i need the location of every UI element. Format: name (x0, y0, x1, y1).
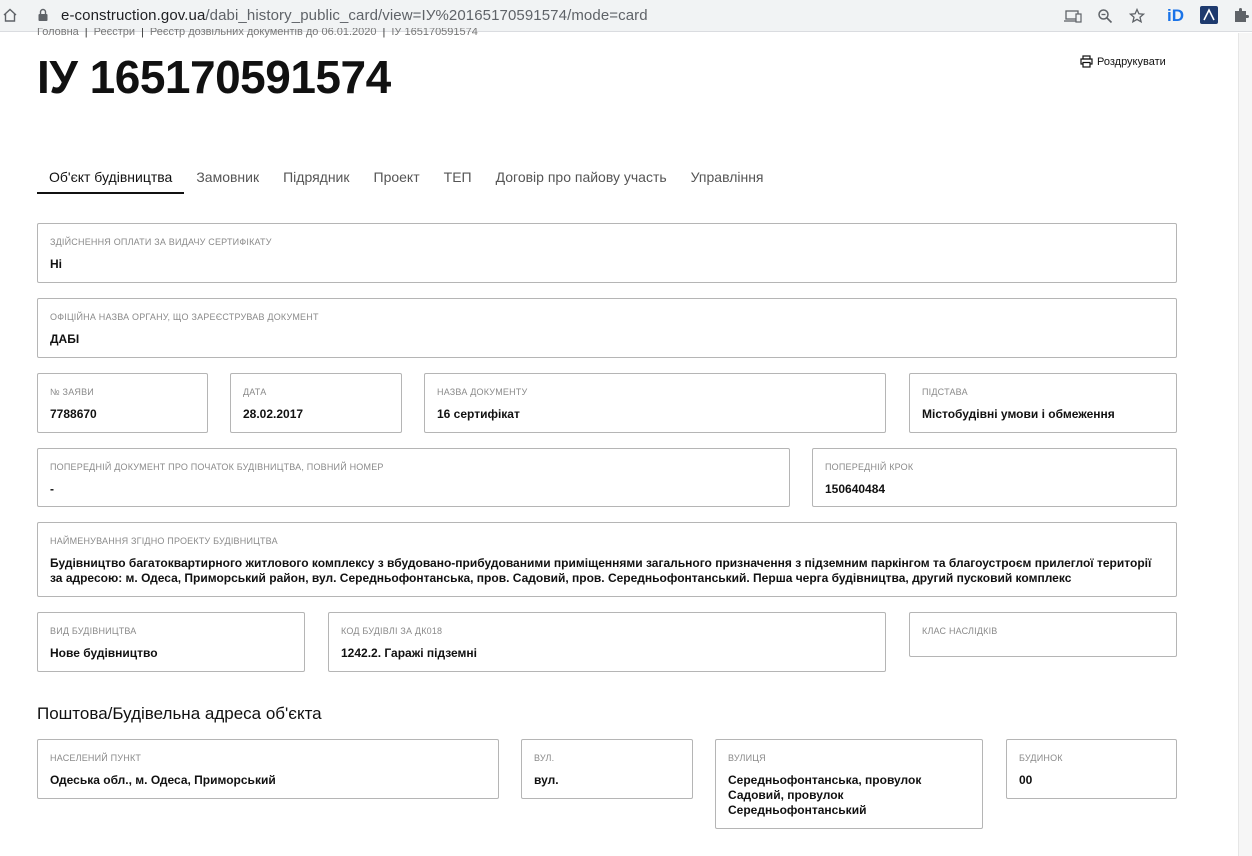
field-label: Здійснення оплати за видачу сертифікату (50, 237, 272, 247)
field-value: - (50, 482, 54, 496)
field-value: Нове будівництво (50, 646, 158, 660)
field-label: Будинок (1019, 753, 1063, 763)
bookmark-star-icon[interactable] (1127, 6, 1147, 26)
field-value: 28.02.2017 (243, 407, 304, 421)
install-app-icon[interactable] (1063, 6, 1083, 26)
field-label: Підстава (922, 387, 968, 397)
project-name-field: Найменування згідно проекту будівництва … (37, 522, 1177, 597)
breadcrumb-separator: | (84, 28, 88, 38)
page-title: ІУ 165170591574 (37, 51, 391, 103)
building-code-field: Код будівлі за ДК018 1242.2. Гаражі підз… (328, 612, 886, 672)
field-value: Одеська обл., м. Одеса, Приморський (50, 773, 276, 787)
tab-project[interactable]: Проект (362, 166, 432, 194)
basis-field: Підстава Містобудівні умови і обмеження (909, 373, 1177, 433)
breadcrumb-separator: | (382, 28, 386, 38)
field-value: 1242.2. Гаражі підземні (341, 646, 477, 660)
street-type-field: Вул. вул. (521, 739, 693, 799)
page-scrollbar[interactable] (1238, 33, 1252, 856)
zoom-icon[interactable] (1095, 6, 1115, 26)
house-number-field: Будинок 00 (1006, 739, 1177, 799)
field-label: Попередній документ про початок будівниц… (50, 462, 384, 472)
field-label: Попередній крок (825, 462, 914, 472)
field-value: Будівництво багатоквартирного житлового … (50, 556, 1152, 585)
extension-icon[interactable] (1200, 6, 1218, 24)
breadcrumb-separator: | (141, 28, 144, 38)
address-bar[interactable]: e-construction.gov.ua/dabi_history_publi… (61, 7, 648, 24)
date-field: Дата 28.02.2017 (230, 373, 402, 433)
print-label: Роздрукувати (1097, 55, 1166, 68)
field-label: Вул. (534, 753, 555, 763)
field-label: Назва документу (437, 387, 528, 397)
address-section-title: Поштова/Будівельна адреса об'єкта (37, 704, 322, 723)
printer-icon (1080, 55, 1093, 68)
field-value: 150640484 (825, 482, 886, 496)
field-value: Містобудівні умови і обмеження (922, 407, 1115, 421)
field-label: Вид будівництва (50, 626, 137, 636)
tab-customer[interactable]: Замовник (184, 166, 271, 194)
breadcrumb: Головна | Реєстри | Реєстр дозвільних до… (37, 28, 478, 40)
authority-field: Офіційна назва органу, що зареєстрував д… (37, 298, 1177, 358)
field-value: 7788670 (50, 407, 97, 421)
previous-step-field: Попередній крок 150640484 (812, 448, 1177, 507)
print-button[interactable]: Роздрукувати (1080, 55, 1166, 68)
url-host: e-construction.gov.ua (61, 7, 206, 24)
construction-type-field: Вид будівництва Нове будівництво (37, 612, 305, 672)
field-value: 16 сертифікат (437, 407, 520, 421)
field-value: 00 (1019, 773, 1033, 787)
url-path: /dabi_history_public_card/view=ІУ%201651… (205, 7, 648, 24)
consequence-class-field: Клас наслідків (909, 612, 1177, 657)
tab-contractor[interactable]: Підрядник (271, 166, 361, 194)
tab-bar: Об'єкт будівництва Замовник Підрядник Пр… (37, 166, 776, 194)
lock-icon[interactable] (37, 8, 49, 22)
field-label: Код будівлі за ДК018 (341, 626, 443, 636)
field-label: Вулиця (728, 753, 766, 763)
field-value: Ні (50, 257, 62, 271)
field-value: Середньофонтанська, провулок Садовий, пр… (728, 773, 922, 817)
settlement-field: Населений пункт Одеська обл., м. Одеса, … (37, 739, 499, 799)
breadcrumb-home[interactable]: Головна (37, 28, 79, 38)
field-value: ДАБІ (50, 332, 80, 346)
field-value: вул. (534, 773, 559, 787)
payment-field: Здійснення оплати за видачу сертифікату … (37, 223, 1177, 283)
field-label: Дата (243, 387, 267, 397)
tab-construction-object[interactable]: Об'єкт будівництва (37, 166, 185, 194)
street-field: Вулиця Середньофонтанська, провулок Садо… (715, 739, 983, 829)
extensions-puzzle-icon[interactable] (1232, 6, 1250, 24)
field-label: Офіційна назва органу, що зареєстрував д… (50, 312, 319, 322)
breadcrumb-registry[interactable]: Реєстр дозвільних документів до 06.01.20… (150, 28, 377, 38)
tab-management[interactable]: Управління (679, 166, 776, 194)
field-label: Найменування згідно проекту будівництва (50, 536, 278, 546)
application-number-field: № заяви 7788670 (37, 373, 208, 433)
previous-document-field: Попередній документ про початок будівниц… (37, 448, 790, 507)
home-icon[interactable] (2, 7, 18, 23)
breadcrumb-current: ІУ 165170591574 (391, 28, 478, 38)
tab-share-agreement[interactable]: Договір про пайову участь (484, 166, 679, 194)
document-name-field: Назва документу 16 сертифікат (424, 373, 886, 433)
field-label: Клас наслідків (922, 626, 998, 636)
identity-extension-icon[interactable]: iD (1167, 6, 1184, 26)
tab-tep[interactable]: ТЕП (432, 166, 484, 194)
breadcrumb-registries[interactable]: Реєстри (94, 28, 135, 38)
field-label: Населений пункт (50, 753, 142, 763)
field-label: № заяви (50, 387, 94, 397)
